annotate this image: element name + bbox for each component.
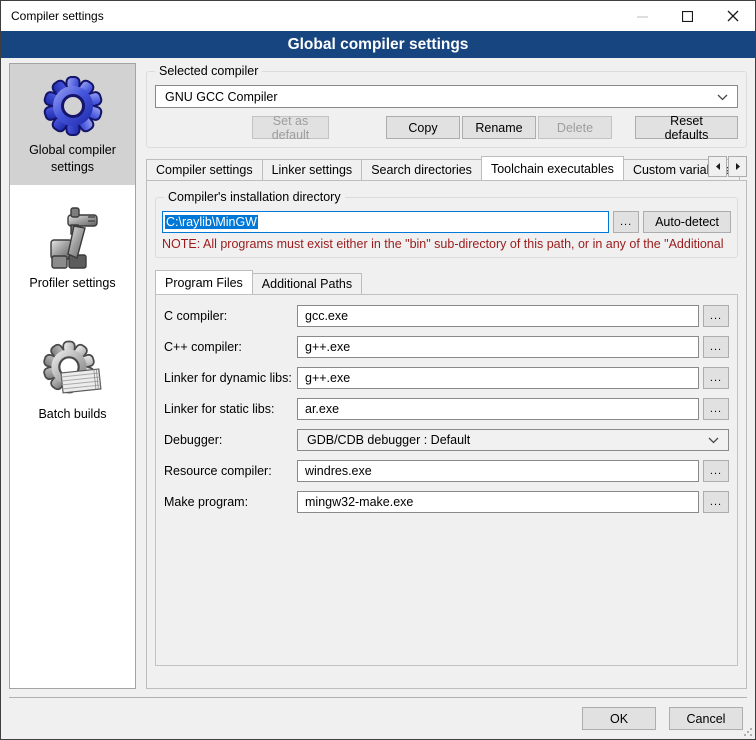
- installation-directory-value: C:\raylib\MinGW: [165, 215, 258, 229]
- installation-directory-input[interactable]: C:\raylib\MinGW: [162, 211, 609, 233]
- minimize-icon: [637, 11, 648, 22]
- program-files-page: C compiler: ... C++ compiler: ... Linker…: [155, 294, 738, 666]
- dynamic-linker-input[interactable]: [297, 367, 699, 389]
- c-compiler-input[interactable]: [297, 305, 699, 327]
- copy-button[interactable]: Copy: [386, 116, 460, 139]
- resize-grip[interactable]: [743, 727, 753, 737]
- chevron-down-icon: [708, 433, 719, 447]
- installation-directory-browse-button[interactable]: ...: [613, 211, 639, 233]
- cpp-compiler-input[interactable]: [297, 336, 699, 358]
- field-row-static-linker: Linker for static libs: ...: [164, 398, 729, 420]
- tab-toolchain-executables[interactable]: Toolchain executables: [481, 156, 624, 180]
- resource-compiler-input[interactable]: [297, 460, 699, 482]
- chevron-down-icon: [717, 90, 728, 104]
- window-title: Compiler settings: [1, 9, 620, 23]
- selected-compiler-group-label: Selected compiler: [155, 64, 262, 78]
- selected-compiler-group: Selected compiler GNU GCC Compiler Set a…: [146, 71, 747, 148]
- cancel-button[interactable]: Cancel: [669, 707, 743, 730]
- field-row-debugger: Debugger: GDB/CDB debugger : Default: [164, 429, 729, 451]
- delete-button: Delete: [538, 116, 612, 139]
- caliper-blocks-icon: [41, 206, 105, 270]
- debugger-select[interactable]: GDB/CDB debugger : Default: [297, 429, 729, 451]
- field-row-c-compiler: C compiler: ...: [164, 305, 729, 327]
- compiler-actions-row: Set as default Copy Rename Delete Reset …: [155, 116, 738, 139]
- settings-tabstrip: Compiler settings Linker settings Search…: [146, 155, 747, 180]
- cpp-compiler-browse-button[interactable]: ...: [703, 336, 729, 358]
- static-linker-input[interactable]: [297, 398, 699, 420]
- field-label: Linker for dynamic libs:: [164, 371, 297, 385]
- tab-search-directories[interactable]: Search directories: [361, 159, 482, 180]
- subtab-program-files[interactable]: Program Files: [155, 270, 253, 294]
- field-row-cpp-compiler: C++ compiler: ...: [164, 336, 729, 358]
- maximize-button[interactable]: [665, 2, 710, 31]
- compiler-settings-dialog: Compiler settings Global compiler settin…: [0, 0, 756, 740]
- resource-compiler-browse-button[interactable]: ...: [703, 460, 729, 482]
- field-label: Linker for static libs:: [164, 402, 297, 416]
- field-label: C++ compiler:: [164, 340, 297, 354]
- page-title: Global compiler settings: [1, 31, 755, 58]
- tab-scroll-right-button[interactable]: [728, 156, 747, 177]
- debugger-select-value: GDB/CDB debugger : Default: [307, 433, 470, 447]
- settings-category-list: Global compiler settings: [9, 63, 136, 689]
- compiler-select-value: GNU GCC Compiler: [165, 90, 278, 104]
- field-label: Resource compiler:: [164, 464, 297, 478]
- titlebar: Compiler settings: [1, 1, 755, 31]
- subtab-additional-paths[interactable]: Additional Paths: [252, 273, 362, 294]
- set-as-default-button: Set as default: [252, 116, 329, 139]
- gray-gear-stack-icon: [41, 337, 105, 401]
- tab-linker-settings[interactable]: Linker settings: [262, 159, 363, 180]
- reset-defaults-button[interactable]: Reset defaults: [635, 116, 738, 139]
- ok-button[interactable]: OK: [582, 707, 656, 730]
- tab-scroll-right-icon: [735, 162, 741, 171]
- make-program-input[interactable]: [297, 491, 699, 513]
- field-row-dynamic-linker: Linker for dynamic libs: ...: [164, 367, 729, 389]
- sidebar-item-batch-builds[interactable]: Batch builds: [10, 328, 135, 433]
- installation-directory-note: NOTE: All programs must exist either in …: [162, 237, 731, 251]
- dialog-body: Global compiler settings: [1, 58, 755, 689]
- make-program-browse-button[interactable]: ...: [703, 491, 729, 513]
- minimize-button: [620, 2, 665, 31]
- rename-button[interactable]: Rename: [462, 116, 536, 139]
- field-label: C compiler:: [164, 309, 297, 323]
- auto-detect-button[interactable]: Auto-detect: [643, 211, 731, 233]
- c-compiler-browse-button[interactable]: ...: [703, 305, 729, 327]
- installation-directory-row: C:\raylib\MinGW ... Auto-detect: [162, 211, 731, 233]
- field-row-make-program: Make program: ...: [164, 491, 729, 513]
- installation-directory-group-label: Compiler's installation directory: [164, 190, 345, 204]
- dynamic-linker-browse-button[interactable]: ...: [703, 367, 729, 389]
- field-label: Debugger:: [164, 433, 297, 447]
- sidebar-item-label: Profiler settings: [12, 275, 133, 292]
- compiler-select[interactable]: GNU GCC Compiler: [155, 85, 738, 108]
- tab-scroll-left-icon: [715, 162, 721, 171]
- close-button[interactable]: [710, 2, 755, 31]
- tab-scroll-left-button[interactable]: [708, 156, 727, 177]
- installation-directory-group: Compiler's installation directory C:\ray…: [155, 197, 738, 258]
- sidebar-item-profiler-settings[interactable]: Profiler settings: [10, 197, 135, 302]
- tab-scroll-buttons: [707, 156, 747, 177]
- global-compiler-settings-panel: Selected compiler GNU GCC Compiler Set a…: [146, 63, 747, 689]
- toolchain-executables-page: Compiler's installation directory C:\ray…: [146, 180, 747, 689]
- sidebar-item-label: Batch builds: [12, 406, 133, 423]
- close-icon: [727, 10, 739, 22]
- tab-compiler-settings[interactable]: Compiler settings: [146, 159, 263, 180]
- blue-gear-icon: [41, 73, 105, 137]
- static-linker-browse-button[interactable]: ...: [703, 398, 729, 420]
- sidebar-item-global-compiler-settings[interactable]: Global compiler settings: [10, 64, 135, 185]
- field-row-resource-compiler: Resource compiler: ...: [164, 460, 729, 482]
- field-label: Make program:: [164, 495, 297, 509]
- dialog-footer: OK Cancel: [9, 697, 747, 730]
- maximize-icon: [682, 11, 693, 22]
- sidebar-item-label: Global compiler settings: [12, 142, 133, 175]
- toolchain-subtabstrip: Program Files Additional Paths: [155, 269, 738, 294]
